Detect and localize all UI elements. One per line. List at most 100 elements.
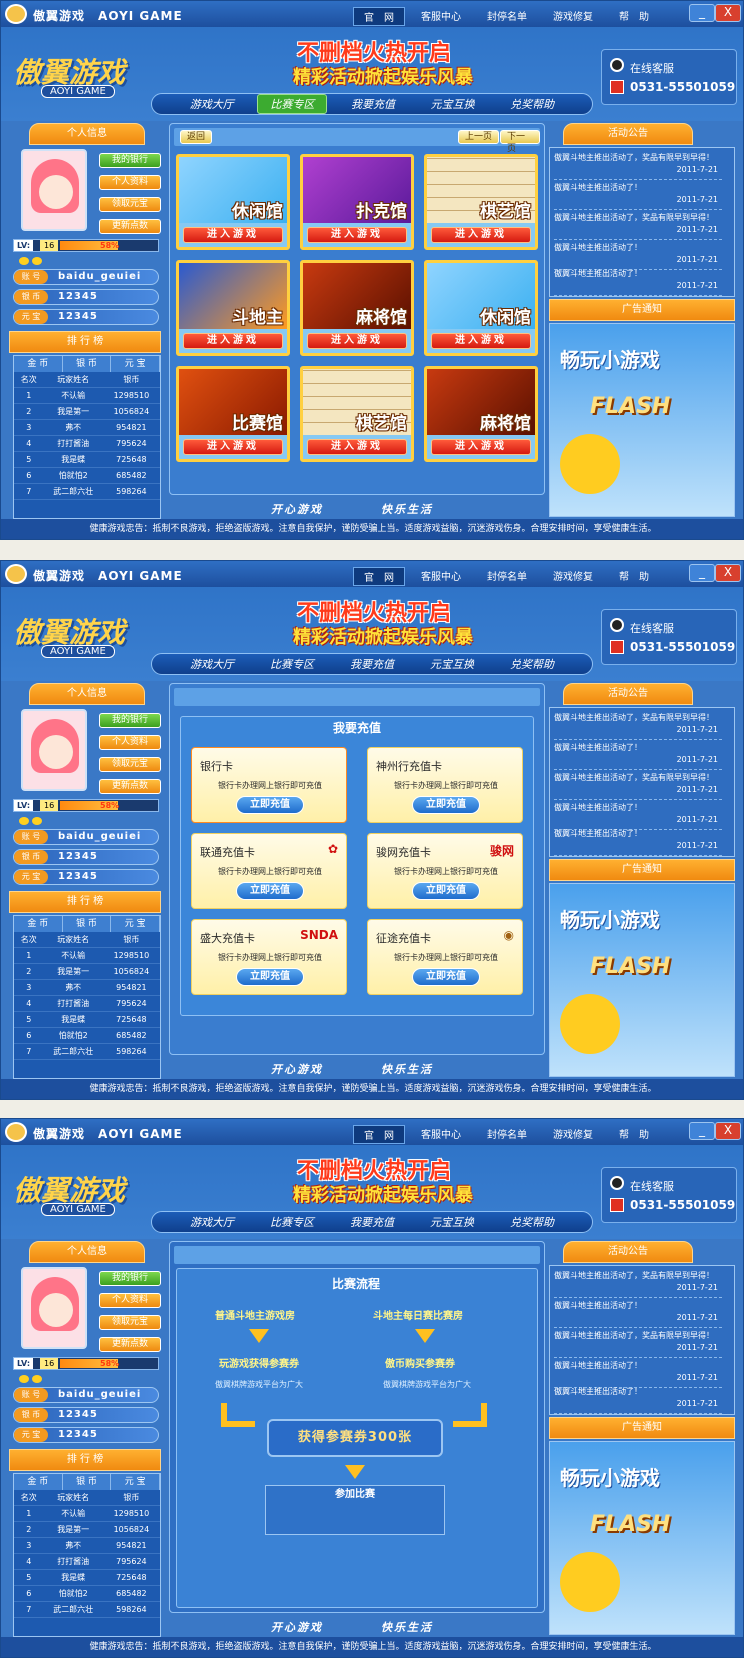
nav-recharge[interactable]: 我要充值 <box>338 655 406 673</box>
game-tile-casual-2[interactable]: 休闲馆 进入游戏 <box>424 260 538 356</box>
topnav-service[interactable]: 客服中心 <box>411 567 471 586</box>
rank-tab-silver[interactable]: 银 币 <box>63 1474 112 1490</box>
enter-game-button[interactable]: 进入游戏 <box>183 333 283 349</box>
close-button[interactable]: X <box>715 1122 741 1140</box>
claim-ingot-button[interactable]: 领取元宝 <box>99 757 161 772</box>
game-tile-casual[interactable]: 休闲馆 进入游戏 <box>176 154 290 250</box>
nav-lobby[interactable]: 游戏大厅 <box>178 95 246 113</box>
support-label[interactable]: 在线客服 <box>630 620 674 636</box>
game-tile-landlord[interactable]: 斗地主 进入游戏 <box>176 260 290 356</box>
update-points-button[interactable]: 更新点数 <box>99 219 161 234</box>
recharge-now-button[interactable]: 立即充值 <box>236 968 304 986</box>
enter-game-button[interactable]: 进入游戏 <box>307 439 407 455</box>
recharge-now-button[interactable]: 立即充值 <box>412 968 480 986</box>
news-item[interactable]: 傲翼斗地主推出活动了！ 2011-7-21 <box>554 242 722 270</box>
my-bank-button[interactable]: 我的银行 <box>99 153 161 168</box>
game-tile-mahjong[interactable]: 麻将馆 进入游戏 <box>300 260 414 356</box>
nav-lobby[interactable]: 游戏大厅 <box>178 1213 246 1231</box>
enter-game-button[interactable]: 进入游戏 <box>183 227 283 243</box>
nav-prize-help[interactable]: 兑奖帮助 <box>498 1213 566 1231</box>
news-item[interactable]: 傲翼斗地主推出活动了，奖品有限早到早得！ 2011-7-21 <box>554 152 722 180</box>
enter-game-button[interactable]: 进入游戏 <box>183 439 283 455</box>
topnav-help[interactable]: 帮 助 <box>609 1125 659 1144</box>
recharge-now-button[interactable]: 立即充值 <box>412 796 480 814</box>
recharge-card-junnet[interactable]: 骏网充值卡 骏网 银行卡办理网上银行即可充值 立即充值 <box>367 833 523 909</box>
topnav-help[interactable]: 帮 助 <box>609 7 659 26</box>
topnav-official[interactable]: 官 网 <box>353 7 405 26</box>
nav-prize-help[interactable]: 兑奖帮助 <box>498 655 566 673</box>
game-tile-poker[interactable]: 扑克馆 进入游戏 <box>300 154 414 250</box>
rank-tab-ingot[interactable]: 元 宝 <box>111 1474 161 1490</box>
recharge-card-unicom[interactable]: 联通充值卡 ✿ 银行卡办理网上银行即可充值 立即充值 <box>191 833 347 909</box>
ad-banner[interactable]: 畅玩小游戏 FLASH <box>549 323 735 517</box>
update-points-button[interactable]: 更新点数 <box>99 779 161 794</box>
profile-button[interactable]: 个人资料 <box>99 175 161 190</box>
ad-banner[interactable]: 畅玩小游戏 FLASH <box>549 1441 735 1635</box>
topnav-official[interactable]: 官 网 <box>353 1125 405 1144</box>
support-label[interactable]: 在线客服 <box>630 60 674 76</box>
nav-contest[interactable]: 比赛专区 <box>258 1213 326 1231</box>
topnav-banned[interactable]: 封停名单 <box>477 7 537 26</box>
news-item[interactable]: 傲翼斗地主推出活动了！ 2011-7-21 <box>554 1360 722 1388</box>
topnav-repair[interactable]: 游戏修复 <box>543 7 603 26</box>
game-tile-chess-2[interactable]: 棋艺馆 进入游戏 <box>300 366 414 462</box>
nav-prize-help[interactable]: 兑奖帮助 <box>498 95 566 113</box>
my-bank-button[interactable]: 我的银行 <box>99 713 161 728</box>
recharge-card-zhengtu[interactable]: 征途充值卡 ◉ 银行卡办理网上银行即可充值 立即充值 <box>367 919 523 995</box>
join-contest-button[interactable]: 参加比赛 <box>265 1485 445 1535</box>
rank-tab-ingot[interactable]: 元 宝 <box>111 916 161 932</box>
topnav-official[interactable]: 官 网 <box>353 567 405 586</box>
news-item[interactable]: 傲翼斗地主推出活动了，奖品有限早到早得！ 2011-7-21 <box>554 712 722 740</box>
nav-exchange[interactable]: 元宝互换 <box>418 1213 486 1231</box>
news-item[interactable]: 傲翼斗地主推出活动了，奖品有限早到早得！ 2011-7-21 <box>554 212 722 240</box>
back-button[interactable]: 返回 <box>180 130 213 144</box>
nav-exchange[interactable]: 元宝互换 <box>419 95 487 113</box>
news-item[interactable]: 傲翼斗地主推出活动了！ 2011-7-21 <box>554 742 722 770</box>
recharge-now-button[interactable]: 立即充值 <box>412 882 480 900</box>
minimize-button[interactable]: _ <box>689 4 715 22</box>
my-bank-button[interactable]: 我的银行 <box>99 1271 161 1286</box>
minimize-button[interactable]: _ <box>689 564 715 582</box>
prev-page-button[interactable]: 上一页 <box>458 130 500 144</box>
news-item[interactable]: 傲翼斗地主推出活动了，奖品有限早到早得！ 2011-7-21 <box>554 772 722 800</box>
recharge-now-button[interactable]: 立即充值 <box>236 882 304 900</box>
game-tile-chess[interactable]: 棋艺馆 进入游戏 <box>424 154 538 250</box>
ad-banner[interactable]: 畅玩小游戏 FLASH <box>549 883 735 1077</box>
recharge-card-szx[interactable]: 神州行充值卡 银行卡办理网上银行即可充值 立即充值 <box>367 747 523 823</box>
news-item[interactable]: 傲翼斗地主推出活动了！ 2011-7-21 <box>554 268 722 296</box>
rank-tab-silver[interactable]: 银 币 <box>63 916 112 932</box>
nav-contest[interactable]: 比赛专区 <box>257 94 328 114</box>
enter-game-button[interactable]: 进入游戏 <box>307 333 407 349</box>
profile-button[interactable]: 个人资料 <box>99 1293 161 1308</box>
enter-game-button[interactable]: 进入游戏 <box>431 333 531 349</box>
news-item[interactable]: 傲翼斗地主推出活动了！ 2011-7-21 <box>554 802 722 830</box>
news-item[interactable]: 傲翼斗地主推出活动了！ 2011-7-21 <box>554 828 722 856</box>
update-points-button[interactable]: 更新点数 <box>99 1337 161 1352</box>
rank-tab-gold[interactable]: 金 币 <box>14 356 63 372</box>
rank-tab-gold[interactable]: 金 币 <box>14 1474 63 1490</box>
recharge-card-bank[interactable]: 银行卡 银行卡办理网上银行即可充值 立即充值 <box>191 747 347 823</box>
game-tile-mahjong-2[interactable]: 麻将馆 进入游戏 <box>424 366 538 462</box>
topnav-service[interactable]: 客服中心 <box>411 1125 471 1144</box>
next-page-button[interactable]: 下一页 <box>500 130 540 154</box>
nav-recharge[interactable]: 我要充值 <box>339 95 407 113</box>
enter-game-button[interactable]: 进入游戏 <box>307 227 407 243</box>
topnav-banned[interactable]: 封停名单 <box>477 1125 537 1144</box>
topnav-repair[interactable]: 游戏修复 <box>543 567 603 586</box>
enter-game-button[interactable]: 进入游戏 <box>431 439 531 455</box>
profile-button[interactable]: 个人资料 <box>99 735 161 750</box>
rank-tab-gold[interactable]: 金 币 <box>14 916 63 932</box>
topnav-repair[interactable]: 游戏修复 <box>543 1125 603 1144</box>
news-item[interactable]: 傲翼斗地主推出活动了，奖品有限早到早得！ 2011-7-21 <box>554 1270 722 1298</box>
minimize-button[interactable]: _ <box>689 1122 715 1140</box>
recharge-now-button[interactable]: 立即充值 <box>236 796 304 814</box>
topnav-service[interactable]: 客服中心 <box>411 7 471 26</box>
nav-contest[interactable]: 比赛专区 <box>258 655 326 673</box>
recharge-card-snda[interactable]: 盛大充值卡 SNDA 银行卡办理网上银行即可充值 立即充值 <box>191 919 347 995</box>
rank-tab-silver[interactable]: 银 币 <box>63 356 112 372</box>
nav-exchange[interactable]: 元宝互换 <box>418 655 486 673</box>
topnav-help[interactable]: 帮 助 <box>609 567 659 586</box>
news-item[interactable]: 傲翼斗地主推出活动了！ 2011-7-21 <box>554 182 722 210</box>
game-tile-contest[interactable]: 比赛馆 进入游戏 <box>176 366 290 462</box>
topnav-banned[interactable]: 封停名单 <box>477 567 537 586</box>
